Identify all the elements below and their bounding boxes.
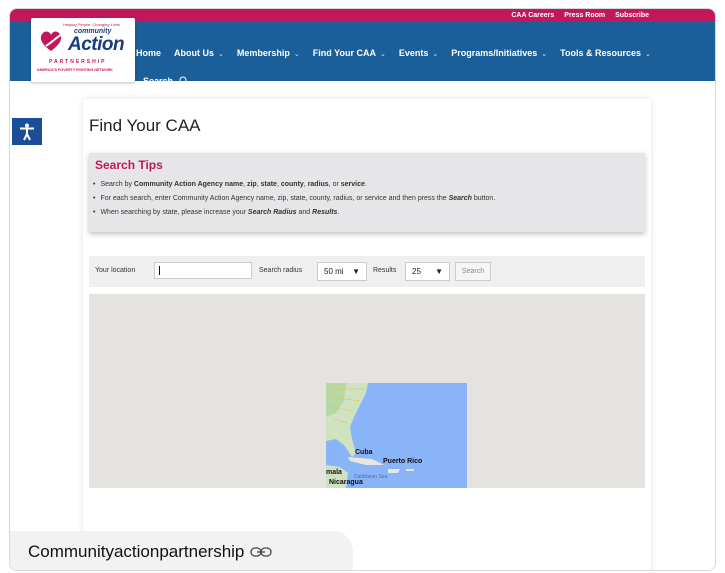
source-link[interactable]: Communityactionpartnership [28, 542, 273, 562]
nav-item-home[interactable]: Home [136, 48, 161, 58]
search-button[interactable]: Search [455, 262, 491, 281]
nav-item-find-your-caa[interactable]: Find Your CAA ⌄ [313, 48, 386, 58]
location-label: Your location [95, 267, 136, 274]
link-icon [250, 547, 273, 557]
logo-network: AMERICA'S POVERTY FIGHTING NETWORK [37, 68, 113, 72]
footer-area: Communityactionpartnership [10, 531, 715, 570]
search-icon [177, 76, 187, 86]
nav-items: Home About Us ⌄ Membership ⌄ Find Your CAA… [136, 48, 651, 58]
top-link-subscribe[interactable]: Subscribe [615, 10, 649, 21]
logo-tagline: Helping People. Changing Lives. [63, 22, 122, 27]
radius-select[interactable]: 50 mi ▼ [317, 262, 367, 281]
radius-label: Search radius [259, 267, 303, 274]
nav-search[interactable]: Search [143, 76, 187, 86]
source-tab[interactable]: Communityactionpartnership [10, 531, 353, 570]
chevron-down-icon: ⌄ [432, 51, 439, 58]
chevron-down-icon: ⌄ [293, 51, 300, 58]
page-title: Find Your CAA [89, 116, 201, 135]
map-label-puerto-rico: Puerto Rico [383, 458, 423, 465]
nav-item-events[interactable]: Events ⌄ [399, 48, 438, 58]
top-links: CAA Careers Press Room Subscribe [511, 10, 649, 21]
list-item: For each search, enter Community Action … [93, 192, 495, 206]
map-label-cuba: Cuba [355, 449, 373, 456]
logo-partnership: PARTNERSHIP [49, 59, 107, 65]
results-label: Results [373, 267, 397, 274]
accessibility-button[interactable] [12, 118, 42, 145]
accessibility-icon [20, 123, 34, 140]
search-tips-heading: Search Tips [95, 158, 163, 172]
site-logo[interactable]: Helping People. Changing Lives. communit… [31, 18, 135, 82]
site-name: Communityactionpartnership [28, 542, 245, 561]
text-cursor [159, 266, 160, 275]
list-item: Search by Community Action Agency name, … [93, 178, 495, 192]
nav-search-label: Search [143, 76, 174, 86]
nav-item-membership[interactable]: Membership ⌄ [237, 48, 300, 58]
search-tips-panel: Search Tips Search by Community Action A… [89, 153, 645, 232]
nav-item-programs[interactable]: Programs/Initiatives ⌄ [451, 48, 547, 58]
results-select[interactable]: 25 ▼ [405, 262, 450, 281]
list-item: When searching by state, please increase… [93, 206, 495, 220]
map-graphic [326, 383, 467, 488]
map-container[interactable]: Cuba Puerto Rico mala Caribbean Sea Nica… [89, 294, 645, 488]
nav-item-about-us[interactable]: About Us ⌄ [174, 48, 224, 58]
top-link-careers[interactable]: CAA Careers [511, 10, 554, 21]
browser-frame: CAA Careers Press Room Subscribe Home Ab… [9, 8, 716, 571]
chevron-down-icon: ⌄ [541, 51, 548, 58]
heart-logo-icon [40, 31, 63, 51]
dropdown-arrow-icon: ▼ [435, 267, 443, 276]
map-tiles[interactable]: Cuba Puerto Rico mala Caribbean Sea Nica… [326, 383, 467, 488]
chevron-down-icon: ⌄ [645, 51, 651, 58]
nav-item-tools-resources[interactable]: Tools & Resources ⌄ [560, 48, 651, 58]
top-link-press-room[interactable]: Press Room [564, 10, 605, 21]
chevron-down-icon: ⌄ [379, 51, 386, 58]
search-tips-list: Search by Community Action Agency name, … [93, 178, 495, 220]
chevron-down-icon: ⌄ [218, 51, 224, 58]
logo-action: Action [68, 34, 125, 55]
map-label-nicaragua: Nicaragua [329, 479, 363, 486]
location-input[interactable] [154, 262, 252, 279]
search-form: Your location Search radius 50 mi ▼ Resu… [89, 256, 645, 287]
dropdown-arrow-icon: ▼ [352, 267, 360, 276]
map-label-guatemala: mala [326, 469, 342, 476]
